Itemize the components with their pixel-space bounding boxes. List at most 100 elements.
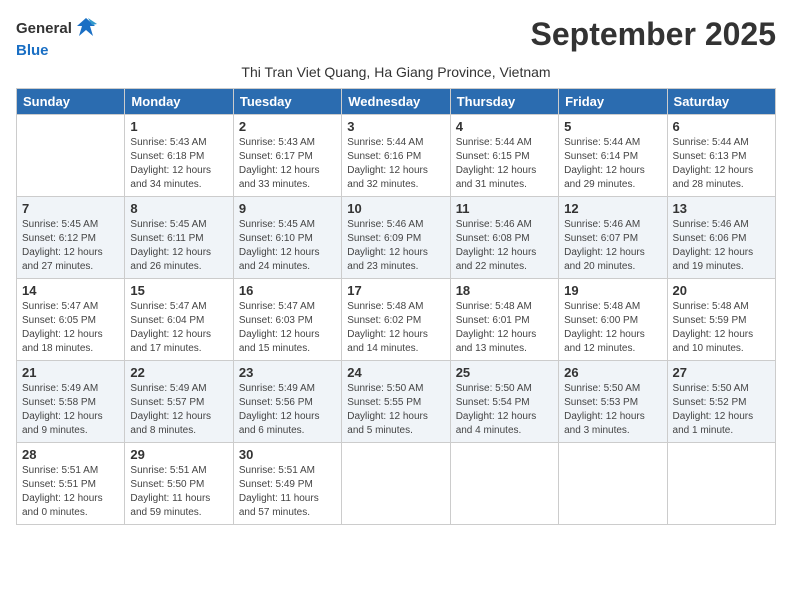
logo-general-text: General <box>16 21 72 38</box>
day-number: 3 <box>347 119 444 134</box>
calendar-cell: 15 Sunrise: 5:47 AM Sunset: 6:04 PM Dayli… <box>125 278 233 360</box>
calendar-week-4: 21 Sunrise: 5:49 AM Sunset: 5:58 PM Dayli… <box>17 360 776 442</box>
day-number: 13 <box>673 201 770 216</box>
day-number: 20 <box>673 283 770 298</box>
calendar-cell <box>559 442 667 524</box>
day-number: 26 <box>564 365 661 380</box>
day-info: Sunrise: 5:47 AM Sunset: 6:03 PM Dayligh… <box>239 300 336 356</box>
logo-blue-text: Blue <box>16 43 97 60</box>
calendar-cell: 5Sunrise: 5:44 AM Sunset: 6:14 PM Daylig… <box>559 114 667 196</box>
day-number: 17 <box>347 283 444 298</box>
calendar-cell: 16 Sunrise: 5:47 AM Sunset: 6:03 PM Dayli… <box>233 278 341 360</box>
weekday-header-wednesday: Wednesday <box>342 88 450 114</box>
location-subtitle: Thi Tran Viet Quang, Ha Giang Province, … <box>16 64 776 80</box>
day-info: Sunrise: 5:45 AM Sunset: 6:11 PM Dayligh… <box>130 218 227 274</box>
day-number: 19 <box>564 283 661 298</box>
page-header: General Blue September 2025 <box>16 16 776 60</box>
day-info: Sunrise: 5:46 AM Sunset: 6:07 PM Dayligh… <box>564 218 661 274</box>
calendar-cell: 28Sunrise: 5:51 AM Sunset: 5:51 PM Dayli… <box>17 442 125 524</box>
calendar-cell: 26 Sunrise: 5:50 AM Sunset: 5:53 PM Dayli… <box>559 360 667 442</box>
day-info: Sunrise: 5:48 AM Sunset: 6:01 PM Dayligh… <box>456 300 553 356</box>
calendar-cell: 2Sunrise: 5:43 AM Sunset: 6:17 PM Daylig… <box>233 114 341 196</box>
day-number: 6 <box>673 119 770 134</box>
day-number: 30 <box>239 447 336 462</box>
day-number: 22 <box>130 365 227 380</box>
day-number: 27 <box>673 365 770 380</box>
calendar-cell: 29Sunrise: 5:51 AM Sunset: 5:50 PM Dayli… <box>125 442 233 524</box>
day-number: 2 <box>239 119 336 134</box>
calendar-cell: 12Sunrise: 5:46 AM Sunset: 6:07 PM Dayli… <box>559 196 667 278</box>
day-number: 16 <box>239 283 336 298</box>
weekday-header-sunday: Sunday <box>17 88 125 114</box>
calendar-cell: 1 Sunrise: 5:43 AM Sunset: 6:18 PM Daylig… <box>125 114 233 196</box>
day-info: Sunrise: 5:50 AM Sunset: 5:55 PM Dayligh… <box>347 382 444 438</box>
day-info: Sunrise: 5:47 AM Sunset: 6:05 PM Dayligh… <box>22 300 119 356</box>
calendar-cell: 22 Sunrise: 5:49 AM Sunset: 5:57 PM Dayli… <box>125 360 233 442</box>
calendar-cell <box>342 442 450 524</box>
day-info: Sunrise: 5:46 AM Sunset: 6:06 PM Dayligh… <box>673 218 770 274</box>
calendar-body: 1 Sunrise: 5:43 AM Sunset: 6:18 PM Daylig… <box>17 114 776 524</box>
calendar-cell: 24 Sunrise: 5:50 AM Sunset: 5:55 PM Dayli… <box>342 360 450 442</box>
calendar-cell <box>17 114 125 196</box>
day-info: Sunrise: 5:50 AM Sunset: 5:52 PM Dayligh… <box>673 382 770 438</box>
calendar-cell: 13 Sunrise: 5:46 AM Sunset: 6:06 PM Dayli… <box>667 196 775 278</box>
weekday-header-thursday: Thursday <box>450 88 558 114</box>
calendar-cell <box>450 442 558 524</box>
calendar-cell: 17Sunrise: 5:48 AM Sunset: 6:02 PM Dayli… <box>342 278 450 360</box>
calendar-cell: 18 Sunrise: 5:48 AM Sunset: 6:01 PM Dayli… <box>450 278 558 360</box>
day-number: 7 <box>22 201 119 216</box>
day-number: 29 <box>130 447 227 462</box>
day-info: Sunrise: 5:44 AM Sunset: 6:14 PM Dayligh… <box>564 136 661 192</box>
day-info: Sunrise: 5:45 AM Sunset: 6:10 PM Dayligh… <box>239 218 336 274</box>
day-number: 9 <box>239 201 336 216</box>
calendar-cell: 19Sunrise: 5:48 AM Sunset: 6:00 PM Dayli… <box>559 278 667 360</box>
day-number: 10 <box>347 201 444 216</box>
logo: General Blue <box>16 16 97 60</box>
weekday-header-saturday: Saturday <box>667 88 775 114</box>
day-info: Sunrise: 5:48 AM Sunset: 5:59 PM Dayligh… <box>673 300 770 356</box>
calendar-cell: 7 Sunrise: 5:45 AM Sunset: 6:12 PM Daylig… <box>17 196 125 278</box>
weekday-header-tuesday: Tuesday <box>233 88 341 114</box>
logo-bird-icon <box>75 16 97 43</box>
calendar-cell: 11 Sunrise: 5:46 AM Sunset: 6:08 PM Dayli… <box>450 196 558 278</box>
day-number: 15 <box>130 283 227 298</box>
day-info: Sunrise: 5:44 AM Sunset: 6:15 PM Dayligh… <box>456 136 553 192</box>
day-info: Sunrise: 5:46 AM Sunset: 6:08 PM Dayligh… <box>456 218 553 274</box>
day-info: Sunrise: 5:49 AM Sunset: 5:56 PM Dayligh… <box>239 382 336 438</box>
day-number: 21 <box>22 365 119 380</box>
day-info: Sunrise: 5:49 AM Sunset: 5:58 PM Dayligh… <box>22 382 119 438</box>
day-info: Sunrise: 5:43 AM Sunset: 6:18 PM Dayligh… <box>130 136 227 192</box>
day-number: 8 <box>130 201 227 216</box>
day-info: Sunrise: 5:51 AM Sunset: 5:49 PM Dayligh… <box>239 464 336 520</box>
day-info: Sunrise: 5:49 AM Sunset: 5:57 PM Dayligh… <box>130 382 227 438</box>
day-info: Sunrise: 5:45 AM Sunset: 6:12 PM Dayligh… <box>22 218 119 274</box>
day-number: 4 <box>456 119 553 134</box>
calendar-cell: 10 Sunrise: 5:46 AM Sunset: 6:09 PM Dayli… <box>342 196 450 278</box>
day-info: Sunrise: 5:47 AM Sunset: 6:04 PM Dayligh… <box>130 300 227 356</box>
day-info: Sunrise: 5:46 AM Sunset: 6:09 PM Dayligh… <box>347 218 444 274</box>
weekday-header-friday: Friday <box>559 88 667 114</box>
day-number: 25 <box>456 365 553 380</box>
calendar-cell: 25 Sunrise: 5:50 AM Sunset: 5:54 PM Dayli… <box>450 360 558 442</box>
day-number: 14 <box>22 283 119 298</box>
day-number: 1 <box>130 119 227 134</box>
month-title: September 2025 <box>531 16 776 53</box>
calendar-cell: 21 Sunrise: 5:49 AM Sunset: 5:58 PM Dayli… <box>17 360 125 442</box>
day-info: Sunrise: 5:44 AM Sunset: 6:13 PM Dayligh… <box>673 136 770 192</box>
day-number: 24 <box>347 365 444 380</box>
day-info: Sunrise: 5:50 AM Sunset: 5:53 PM Dayligh… <box>564 382 661 438</box>
calendar-cell: 30 Sunrise: 5:51 AM Sunset: 5:49 PM Dayli… <box>233 442 341 524</box>
calendar-header-row: SundayMondayTuesdayWednesdayThursdayFrid… <box>17 88 776 114</box>
day-info: Sunrise: 5:51 AM Sunset: 5:51 PM Dayligh… <box>22 464 119 520</box>
day-info: Sunrise: 5:44 AM Sunset: 6:16 PM Dayligh… <box>347 136 444 192</box>
day-number: 18 <box>456 283 553 298</box>
calendar-week-2: 7 Sunrise: 5:45 AM Sunset: 6:12 PM Daylig… <box>17 196 776 278</box>
calendar-table: SundayMondayTuesdayWednesdayThursdayFrid… <box>16 88 776 525</box>
calendar-cell <box>667 442 775 524</box>
calendar-cell: 14 Sunrise: 5:47 AM Sunset: 6:05 PM Dayli… <box>17 278 125 360</box>
day-number: 11 <box>456 201 553 216</box>
calendar-cell: 20 Sunrise: 5:48 AM Sunset: 5:59 PM Dayli… <box>667 278 775 360</box>
day-info: Sunrise: 5:50 AM Sunset: 5:54 PM Dayligh… <box>456 382 553 438</box>
calendar-week-3: 14 Sunrise: 5:47 AM Sunset: 6:05 PM Dayli… <box>17 278 776 360</box>
calendar-week-5: 28Sunrise: 5:51 AM Sunset: 5:51 PM Dayli… <box>17 442 776 524</box>
